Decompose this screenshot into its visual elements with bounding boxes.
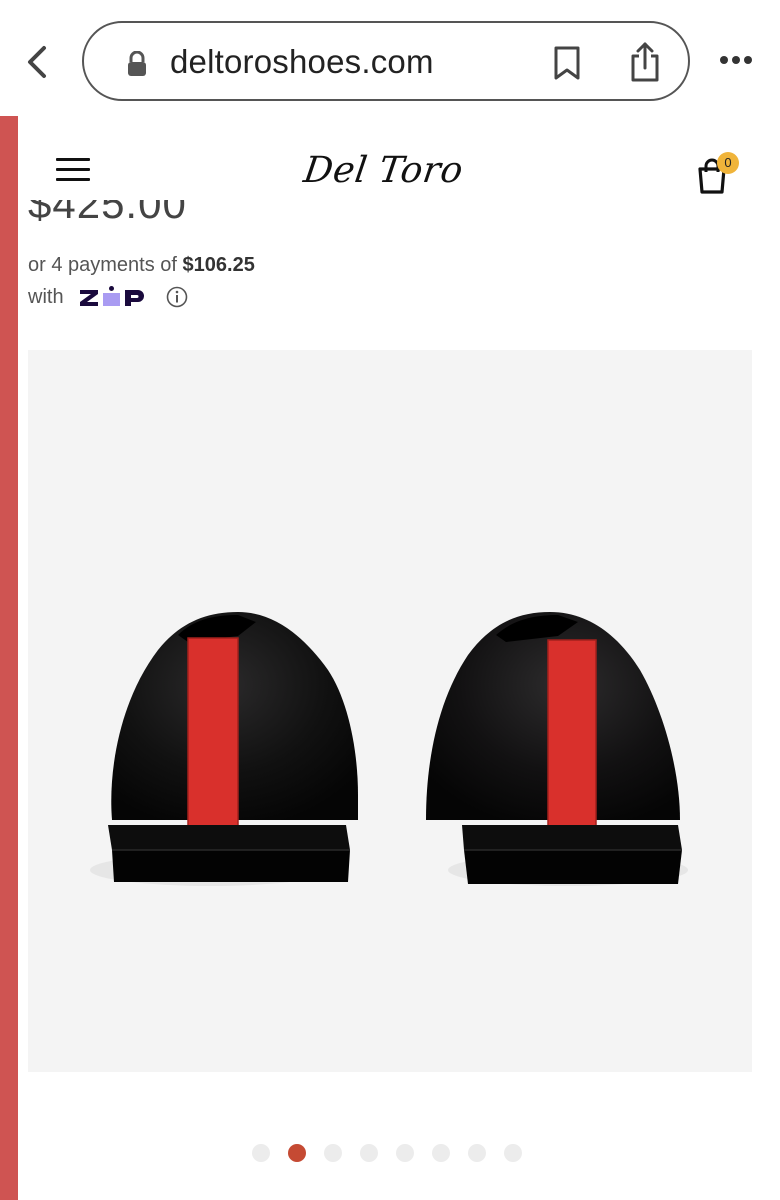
page: deltoroshoes.com Del Toro 0 $425.00 or 4… — [0, 0, 780, 1200]
carousel-dot-6[interactable] — [432, 1144, 450, 1162]
with-label: with — [28, 285, 64, 308]
bookmark-icon[interactable] — [552, 45, 582, 81]
cart-count-badge: 0 — [717, 152, 739, 174]
url-text: deltoroshoes.com — [170, 43, 434, 80]
carousel-dot-8[interactable] — [504, 1144, 522, 1162]
more-icon[interactable] — [716, 48, 756, 72]
zip-logo[interactable] — [78, 286, 152, 308]
carousel-dot-4[interactable] — [360, 1144, 378, 1162]
installments-prefix: or 4 payments of — [28, 254, 183, 276]
left-accent-strip — [0, 116, 18, 1200]
carousel-dot-3[interactable] — [324, 1144, 342, 1162]
cart-button[interactable]: 0 — [694, 152, 746, 196]
carousel-dot-5[interactable] — [396, 1144, 414, 1162]
right-shoe — [426, 612, 688, 886]
carousel-dots — [252, 1144, 522, 1164]
info-icon[interactable] — [166, 286, 188, 308]
address-bar[interactable]: deltoroshoes.com — [82, 21, 690, 101]
carousel-dot-7[interactable] — [468, 1144, 486, 1162]
installment-amount: $106.25 — [182, 254, 255, 276]
chevron-left-icon — [28, 46, 46, 78]
share-icon[interactable] — [628, 41, 662, 83]
carousel-dot-2-active[interactable] — [288, 1144, 306, 1162]
carousel-dot-1[interactable] — [252, 1144, 270, 1162]
price-clip: $425.00 — [28, 200, 428, 234]
zip-payment-row: with — [28, 284, 188, 310]
left-shoe — [90, 612, 359, 886]
product-image — [90, 612, 688, 886]
product-price: $425.00 — [28, 200, 187, 227]
product-image-gallery[interactable] — [28, 350, 752, 1072]
back-button[interactable] — [22, 42, 54, 82]
installments-text: or 4 payments of $106.25 — [28, 254, 255, 277]
lock-icon — [128, 51, 146, 76]
brand-logo[interactable]: Del Toro — [301, 150, 466, 191]
browser-toolbar: deltoroshoes.com — [0, 0, 780, 116]
menu-icon[interactable] — [56, 158, 90, 184]
